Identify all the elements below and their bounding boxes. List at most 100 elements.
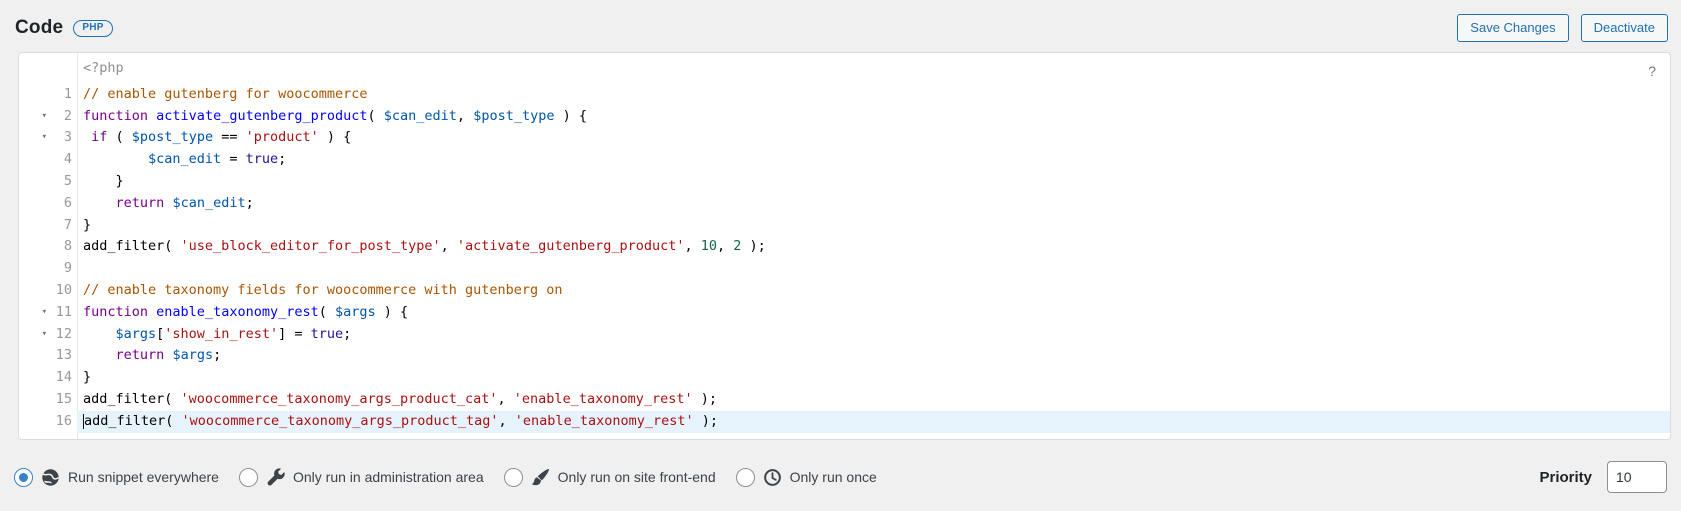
code-token: add_filter( — [84, 413, 182, 429]
code-line[interactable]: 6 return $can_edit; — [19, 193, 1670, 215]
code-token: ); — [693, 391, 717, 407]
fold-arrow-icon[interactable]: ▾ — [19, 127, 47, 149]
fold-gutter — [19, 149, 47, 171]
snippet-editor-page: Code PHP Save Changes Deactivate ? <?php… — [0, 0, 1681, 511]
code-line[interactable]: 10// enable taxonomy fields for woocomme… — [19, 280, 1670, 302]
code-content: // enable taxonomy fields for woocommerc… — [77, 280, 1670, 302]
code-content: add_filter( 'use_block_editor_for_post_t… — [77, 236, 1670, 258]
code-line[interactable]: ▾12 $args['show_in_rest'] = true; — [19, 324, 1670, 346]
fold-arrow-icon[interactable]: ▾ — [19, 106, 47, 128]
php-open-tag: <?php — [77, 58, 1670, 80]
code-editor[interactable]: ? <?php 1// enable gutenberg for woocomm… — [18, 52, 1671, 440]
code-line[interactable]: 15add_filter( 'woocommerce_taxonomy_args… — [19, 389, 1670, 411]
priority-group: Priority — [1539, 461, 1667, 493]
code-line[interactable]: 16add_filter( 'woocommerce_taxonomy_args… — [19, 411, 1670, 433]
code-token: == — [213, 129, 246, 145]
line-number: 7 — [47, 215, 72, 237]
code-token: 'activate_gutenberg_product' — [457, 238, 685, 254]
radio-dot — [19, 473, 28, 482]
code-token: 'product' — [246, 129, 319, 145]
code-content: } — [77, 171, 1670, 193]
code-token: 'show_in_rest' — [164, 326, 278, 342]
code-token: ; — [343, 326, 351, 342]
line-number: 10 — [47, 280, 72, 302]
fold-gutter — [19, 58, 47, 80]
scope-option-label: Only run on site front-end — [558, 469, 716, 485]
code-content: return $args; — [77, 345, 1670, 367]
code-token: $post_type — [473, 108, 554, 124]
line-number: 16 — [47, 411, 72, 433]
radio-dot — [244, 473, 253, 482]
scope-option-global[interactable]: Run snippet everywhere — [14, 468, 219, 487]
code-line[interactable]: ▾3 if ( $post_type == 'product' ) { — [19, 127, 1670, 149]
help-icon[interactable]: ? — [1648, 63, 1656, 79]
deactivate-button[interactable]: Deactivate — [1581, 14, 1668, 42]
code-line[interactable]: 1// enable gutenberg for woocommerce — [19, 84, 1670, 106]
globe-icon — [41, 468, 60, 487]
scope-option-admin[interactable]: Only run in administration area — [239, 468, 484, 487]
code-line[interactable]: ▾11function enable_taxonomy_rest( $args … — [19, 302, 1670, 324]
code-line[interactable]: 4 $can_edit = true; — [19, 149, 1670, 171]
code-token: 'enable_taxonomy_rest' — [515, 413, 694, 429]
radio-dot — [509, 473, 518, 482]
code-content: } — [77, 215, 1670, 237]
priority-input[interactable] — [1607, 461, 1667, 493]
code-token: $args — [172, 347, 213, 363]
code-token: ); — [741, 238, 765, 254]
php-open-line: <?php — [19, 58, 1670, 80]
fold-gutter — [19, 280, 47, 302]
radio-front-end[interactable] — [504, 468, 523, 487]
code-token: $args — [335, 304, 376, 320]
code-content: add_filter( 'woocommerce_taxonomy_args_p… — [77, 389, 1670, 411]
code-token: = — [221, 151, 245, 167]
line-number: 13 — [47, 345, 72, 367]
code-token — [148, 304, 156, 320]
line-number: 8 — [47, 236, 72, 258]
code-token: add_filter( — [83, 238, 181, 254]
radio-global-selected[interactable] — [14, 468, 33, 487]
save-changes-button[interactable]: Save Changes — [1457, 14, 1568, 42]
code-content: function activate_gutenberg_product( $ca… — [77, 106, 1670, 128]
radio-single-use[interactable] — [736, 468, 755, 487]
code-token: , — [717, 238, 733, 254]
fold-arrow-icon[interactable]: ▾ — [19, 302, 47, 324]
line-number: 9 — [47, 258, 72, 280]
code-token: $can_edit — [148, 151, 221, 167]
line-number: 5 — [47, 171, 72, 193]
code-content: $can_edit = true; — [77, 149, 1670, 171]
code-token: 'enable_taxonomy_rest' — [514, 391, 693, 407]
fold-arrow-icon[interactable]: ▾ — [19, 324, 47, 346]
code-token: } — [83, 369, 91, 385]
code-token: function — [83, 108, 148, 124]
code-line[interactable]: 14} — [19, 367, 1670, 389]
code-token — [83, 326, 116, 342]
fold-gutter — [19, 389, 47, 411]
code-line[interactable]: ▾2function activate_gutenberg_product( $… — [19, 106, 1670, 128]
code-content: function enable_taxonomy_rest( $args ) { — [77, 302, 1670, 324]
code-token: function — [83, 304, 148, 320]
code-area[interactable]: <?php 1// enable gutenberg for woocommer… — [19, 53, 1670, 433]
code-token: ) { — [319, 129, 352, 145]
scope-option-front-end[interactable]: Only run on site front-end — [504, 468, 716, 487]
fold-gutter — [19, 193, 47, 215]
scope-option-single-use[interactable]: Only run once — [736, 468, 877, 487]
scope-options: Run snippet everywhere Only run in admini… — [14, 468, 877, 487]
radio-admin[interactable] — [239, 468, 258, 487]
priority-label: Priority — [1539, 469, 1592, 486]
code-content: if ( $post_type == 'product' ) { — [77, 127, 1670, 149]
code-line[interactable]: 8add_filter( 'use_block_editor_for_post_… — [19, 236, 1670, 258]
fold-gutter — [19, 215, 47, 237]
code-line[interactable]: 5 } — [19, 171, 1670, 193]
code-token: ; — [278, 151, 286, 167]
code-line[interactable]: 9 — [19, 258, 1670, 280]
wrench-icon — [266, 468, 285, 487]
scope-option-label: Only run once — [790, 469, 877, 485]
code-token: 'woocommerce_taxonomy_args_product_cat' — [181, 391, 498, 407]
code-token: $post_type — [132, 129, 213, 145]
line-number: 1 — [47, 84, 72, 106]
code-line[interactable]: 7} — [19, 215, 1670, 237]
code-line[interactable]: 13 return $args; — [19, 345, 1670, 367]
code-token: ( — [368, 108, 384, 124]
code-token: ( — [107, 129, 131, 145]
brush-icon — [531, 468, 550, 487]
